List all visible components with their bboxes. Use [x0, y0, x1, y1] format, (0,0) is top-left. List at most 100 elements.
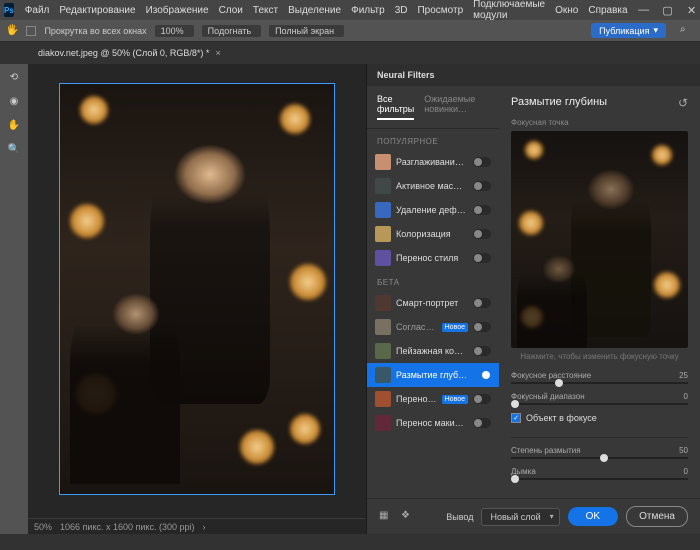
filter-icon: [375, 343, 391, 359]
scroll-all-label: Прокрутка во всех окнах: [44, 26, 146, 36]
new-badge: Новое: [442, 395, 468, 404]
menu-file[interactable]: Файл: [20, 5, 55, 16]
tab-waitlist[interactable]: Ожидаемые новинки…: [424, 94, 489, 120]
menu-view[interactable]: Просмотр: [412, 5, 468, 16]
filter-name: Перенос макияжа: [396, 418, 468, 428]
filter-toggle[interactable]: [473, 205, 491, 215]
filter-icon: [375, 226, 391, 242]
subject-focus-checkbox[interactable]: ✓: [511, 413, 521, 423]
slider-label: Фокусный диапазон: [511, 392, 585, 401]
menu-window[interactable]: Окно: [550, 5, 583, 16]
publish-button[interactable]: Публикация▾: [591, 23, 666, 38]
filter-item[interactable]: Разглаживание кожи: [367, 150, 499, 174]
hand-tool-icon[interactable]: 🖐: [6, 25, 18, 36]
filter-item[interactable]: Смарт-портрет: [367, 291, 499, 315]
focus-hint: Нажмите, чтобы изменить фокусную точку: [511, 352, 688, 361]
filter-icon: [375, 295, 391, 311]
subject-focus-label: Объект в фокусе: [526, 413, 597, 423]
new-badge: Новое: [442, 323, 468, 332]
output-dropdown[interactable]: Новый слой: [481, 508, 559, 526]
slider-thumb[interactable]: [555, 379, 563, 387]
output-label: Вывод: [446, 512, 473, 522]
slider-thumb[interactable]: [600, 454, 608, 462]
slider-row: Фокусный диапазон 0: [511, 392, 688, 405]
filter-toggle[interactable]: [473, 157, 491, 167]
filter-toggle[interactable]: [473, 322, 491, 332]
filter-name: Перенос цвета: [396, 394, 437, 404]
filter-toggle[interactable]: [473, 229, 491, 239]
canvas-area: 50% 1066 пикс. x 1600 пикс. (300 ppi) ›: [28, 64, 366, 534]
reset-icon[interactable]: ↺: [678, 96, 688, 110]
filter-item[interactable]: Перенос стиля: [367, 246, 499, 270]
filter-toggle[interactable]: [473, 418, 491, 428]
zoom-dropdown[interactable]: 100%: [155, 25, 194, 37]
filter-item[interactable]: Согласование Новое: [367, 315, 499, 339]
filter-list: Все фильтры Ожидаемые новинки… ПОПУЛЯРНО…: [367, 86, 499, 498]
menu-3d[interactable]: 3D: [390, 5, 413, 16]
slider-track[interactable]: [511, 457, 688, 459]
filter-icon: [375, 178, 391, 194]
filter-item[interactable]: Перенос цвета Новое: [367, 387, 499, 411]
fullscreen-button[interactable]: Полный экран: [269, 25, 344, 37]
filter-detail-pane: Размытие глубины↺ Фокусная точка Нажмите…: [499, 86, 700, 498]
filter-toggle[interactable]: [473, 298, 491, 308]
slider-thumb[interactable]: [511, 400, 519, 408]
slider-thumb[interactable]: [511, 475, 519, 483]
filter-item[interactable]: Удаление дефектов JPEG: [367, 198, 499, 222]
menu-help[interactable]: Справка: [583, 5, 632, 16]
filter-name: Удаление дефектов JPEG: [396, 205, 468, 215]
slider-track[interactable]: [511, 403, 688, 405]
scroll-all-checkbox[interactable]: [26, 26, 36, 36]
menu-plugins[interactable]: Подключаемые модули: [468, 0, 550, 21]
menu-edit[interactable]: Редактирование: [54, 5, 140, 16]
ok-button[interactable]: OK: [568, 507, 618, 526]
filter-toggle[interactable]: [473, 370, 491, 380]
slider-value: 0: [684, 392, 688, 401]
menu-text[interactable]: Текст: [248, 5, 283, 16]
stack-icon[interactable]: ❖: [401, 510, 415, 524]
filter-item[interactable]: Пейзажная композиция: [367, 339, 499, 363]
section-popular: ПОПУЛЯРНОЕ: [367, 129, 499, 150]
filter-toggle[interactable]: [473, 346, 491, 356]
slider-value: 25: [679, 371, 688, 380]
focus-preview[interactable]: [511, 131, 688, 348]
filter-item[interactable]: Размытие глубины: [367, 363, 499, 387]
minimize-icon[interactable]: —: [633, 3, 655, 17]
eye-icon[interactable]: ◉: [5, 92, 23, 110]
slider-track[interactable]: [511, 382, 688, 384]
panel-tab[interactable]: Neural Filters: [367, 64, 700, 86]
layers-icon[interactable]: ▦: [379, 510, 393, 524]
filter-item[interactable]: Активное масштабир.: [367, 174, 499, 198]
slider-label: Фокусное расстояние: [511, 371, 591, 380]
close-icon[interactable]: ✕: [681, 3, 700, 17]
filter-name: Активное масштабир.: [396, 181, 468, 191]
chevron-right-icon[interactable]: ›: [202, 522, 205, 532]
subject-focus-row[interactable]: ✓ Объект в фокусе: [511, 413, 688, 423]
hand-tool-icon[interactable]: ✋: [5, 116, 23, 134]
doc-tab[interactable]: diakov.net.jpeg @ 50% (Слой 0, RGB/8*) *…: [28, 45, 231, 61]
zoom-tool-icon[interactable]: 🔍: [5, 140, 23, 158]
filter-toggle[interactable]: [473, 394, 491, 404]
search-icon[interactable]: ⌕: [680, 24, 694, 38]
menu-filter[interactable]: Фильтр: [346, 5, 390, 16]
status-zoom[interactable]: 50%: [34, 522, 52, 532]
document-canvas[interactable]: [59, 83, 335, 495]
chevron-down-icon: ▾: [653, 25, 658, 36]
slider-track[interactable]: [511, 478, 688, 480]
menu-select[interactable]: Выделение: [283, 5, 346, 16]
options-bar: 🖐 Прокрутка во всех окнах 100% Подогнать…: [0, 20, 700, 42]
tab-all-filters[interactable]: Все фильтры: [377, 94, 414, 120]
tab-close-icon[interactable]: ×: [215, 48, 220, 58]
filter-item[interactable]: Колоризация: [367, 222, 499, 246]
cancel-button[interactable]: Отмена: [626, 506, 688, 527]
menu-layers[interactable]: Слои: [214, 5, 248, 16]
view-rotate-icon[interactable]: ⟲: [5, 68, 23, 86]
filter-toggle[interactable]: [473, 253, 491, 263]
maximize-icon[interactable]: ▢: [657, 3, 679, 17]
filter-item[interactable]: Перенос макияжа: [367, 411, 499, 435]
filter-toggle[interactable]: [473, 181, 491, 191]
fit-button[interactable]: Подогнать: [202, 25, 261, 37]
slider-value: 50: [679, 446, 688, 455]
slider-row: Степень размытия50: [511, 446, 688, 459]
menu-image[interactable]: Изображение: [141, 5, 214, 16]
